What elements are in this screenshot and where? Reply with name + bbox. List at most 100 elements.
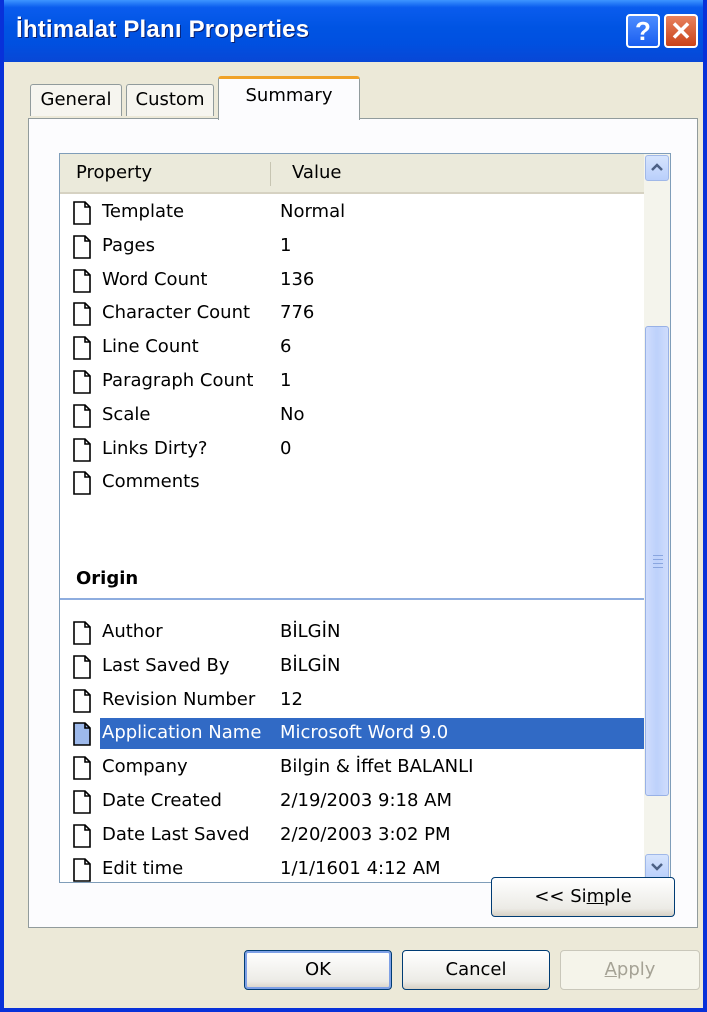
title-bar[interactable]: İhtimalat Planı Properties ? ✕ [4, 0, 703, 62]
list-item[interactable]: Line Count 6 [60, 331, 644, 365]
list-item[interactable]: Date Created 2/19/2003 9:18 AM [60, 785, 644, 819]
document-icon [72, 268, 92, 293]
vertical-scrollbar[interactable] [644, 154, 670, 882]
property-name: Pages [102, 234, 155, 256]
column-header-property[interactable]: Property [76, 162, 152, 183]
grip-line [653, 563, 663, 564]
group-divider [60, 598, 644, 600]
list-item[interactable]: Pages 1 [60, 230, 644, 264]
property-value: 136 [280, 268, 315, 290]
chevron-up-icon [651, 163, 663, 171]
close-icon: ✕ [670, 16, 692, 46]
window-title: İhtimalat Planı Properties [16, 16, 310, 43]
document-icon [72, 722, 92, 747]
property-name: Company [102, 756, 188, 778]
properties-dialog: İhtimalat Planı Properties ? ✕ General C… [0, 0, 707, 1012]
list-header: Property Value [60, 154, 644, 194]
apply-label-post: pply [616, 959, 656, 980]
grip-line [653, 567, 663, 568]
grip-line [653, 559, 663, 560]
property-value: 2/20/2003 3:02 PM [280, 823, 451, 845]
document-icon [72, 370, 92, 394]
property-value: 1 [280, 370, 292, 391]
document-icon [72, 857, 92, 882]
list-item[interactable]: Scale No [60, 399, 644, 433]
list-item[interactable]: Last Saved By BİLGİN [60, 650, 644, 684]
close-button[interactable]: ✕ [664, 14, 698, 48]
column-divider[interactable] [270, 162, 271, 186]
document-icon [72, 654, 92, 679]
property-name: Character Count [102, 302, 251, 324]
property-value: BİLGİN [280, 621, 341, 642]
property-name: Date Last Saved [102, 823, 250, 845]
scroll-up-button[interactable] [645, 155, 669, 181]
property-value: Bilgin & İffet BALANLI [280, 756, 474, 778]
document-icon [72, 823, 92, 848]
simple-label-pre: << Si [534, 886, 587, 907]
property-value: 6 [280, 336, 292, 358]
property-value: 12 [280, 688, 303, 710]
list-item[interactable]: Character Count 776 [60, 297, 644, 331]
scroll-thumb[interactable] [645, 326, 669, 796]
property-value: 1/1/1601 4:12 AM [280, 857, 441, 879]
apply-button[interactable]: Apply [560, 950, 700, 990]
property-value: 776 [280, 302, 315, 324]
simple-label-post: ple [604, 886, 632, 907]
property-value: No [280, 403, 305, 425]
list-item[interactable]: Links Dirty? 0 [60, 433, 644, 467]
list-item[interactable]: Company Bilgin & İffet BALANLI [60, 751, 644, 785]
document-icon [72, 201, 92, 225]
list-item[interactable]: Date Last Saved 2/20/2003 3:02 PM [60, 819, 644, 853]
property-name: Revision Number [102, 688, 256, 710]
document-icon [72, 403, 92, 428]
document-icon [72, 688, 92, 713]
property-name: Links Dirty? [102, 437, 208, 459]
tab-custom[interactable]: Custom [126, 84, 214, 116]
property-value: BİLGİN [280, 654, 341, 676]
property-value: Normal [280, 201, 346, 222]
document-icon [72, 790, 92, 814]
property-list[interactable]: Property Value Template Normal Pages 1 Word … [59, 153, 671, 883]
help-icon: ? [635, 16, 651, 46]
property-value: 0 [280, 437, 292, 459]
document-icon [72, 302, 92, 327]
list-item[interactable]: Revision Number 12 [60, 684, 644, 718]
list-item[interactable]: Application Name Microsoft Word 9.0 [60, 717, 644, 751]
list-item[interactable]: Template Normal [60, 196, 644, 230]
property-value: 1 [280, 234, 292, 256]
tab-summary[interactable]: Summary [218, 76, 360, 120]
property-name: Scale [102, 403, 151, 425]
cancel-button[interactable]: Cancel [402, 950, 550, 990]
apply-label-mnemonic: A [604, 959, 617, 980]
property-name: Line Count [102, 336, 199, 358]
property-name: Template [102, 201, 185, 222]
document-icon [72, 336, 92, 360]
list-item[interactable]: Word Count 136 [60, 264, 644, 298]
list-item[interactable]: Author BİLGİN [60, 616, 644, 650]
property-name: Comments [102, 471, 200, 493]
document-icon [72, 437, 92, 462]
list-item[interactable]: Paragraph Count 1 [60, 365, 644, 399]
simple-label-mnemonic: m [586, 886, 605, 907]
document-icon [72, 756, 92, 780]
ok-button[interactable]: OK [244, 950, 392, 990]
property-name: Application Name [102, 722, 262, 744]
property-name: Author [102, 621, 163, 642]
property-value: Microsoft Word 9.0 [280, 722, 449, 744]
property-value: 2/19/2003 9:18 AM [280, 790, 453, 811]
property-name: Edit time [102, 857, 184, 879]
grip-line [653, 555, 663, 556]
tab-general[interactable]: General [30, 84, 122, 116]
help-button[interactable]: ? [626, 14, 660, 48]
property-name: Last Saved By [102, 654, 230, 676]
group-title-origin: Origin [76, 568, 139, 589]
property-name: Date Created [102, 790, 222, 811]
document-icon [72, 234, 92, 259]
document-icon [72, 621, 92, 645]
property-name: Word Count [102, 268, 208, 290]
simple-button[interactable]: << Simple [491, 877, 675, 917]
list-item[interactable]: Comments [60, 466, 644, 500]
summary-panel: Property Value Template Normal Pages 1 Word … [28, 118, 698, 928]
column-header-value[interactable]: Value [292, 162, 341, 183]
chevron-down-icon [651, 863, 663, 871]
